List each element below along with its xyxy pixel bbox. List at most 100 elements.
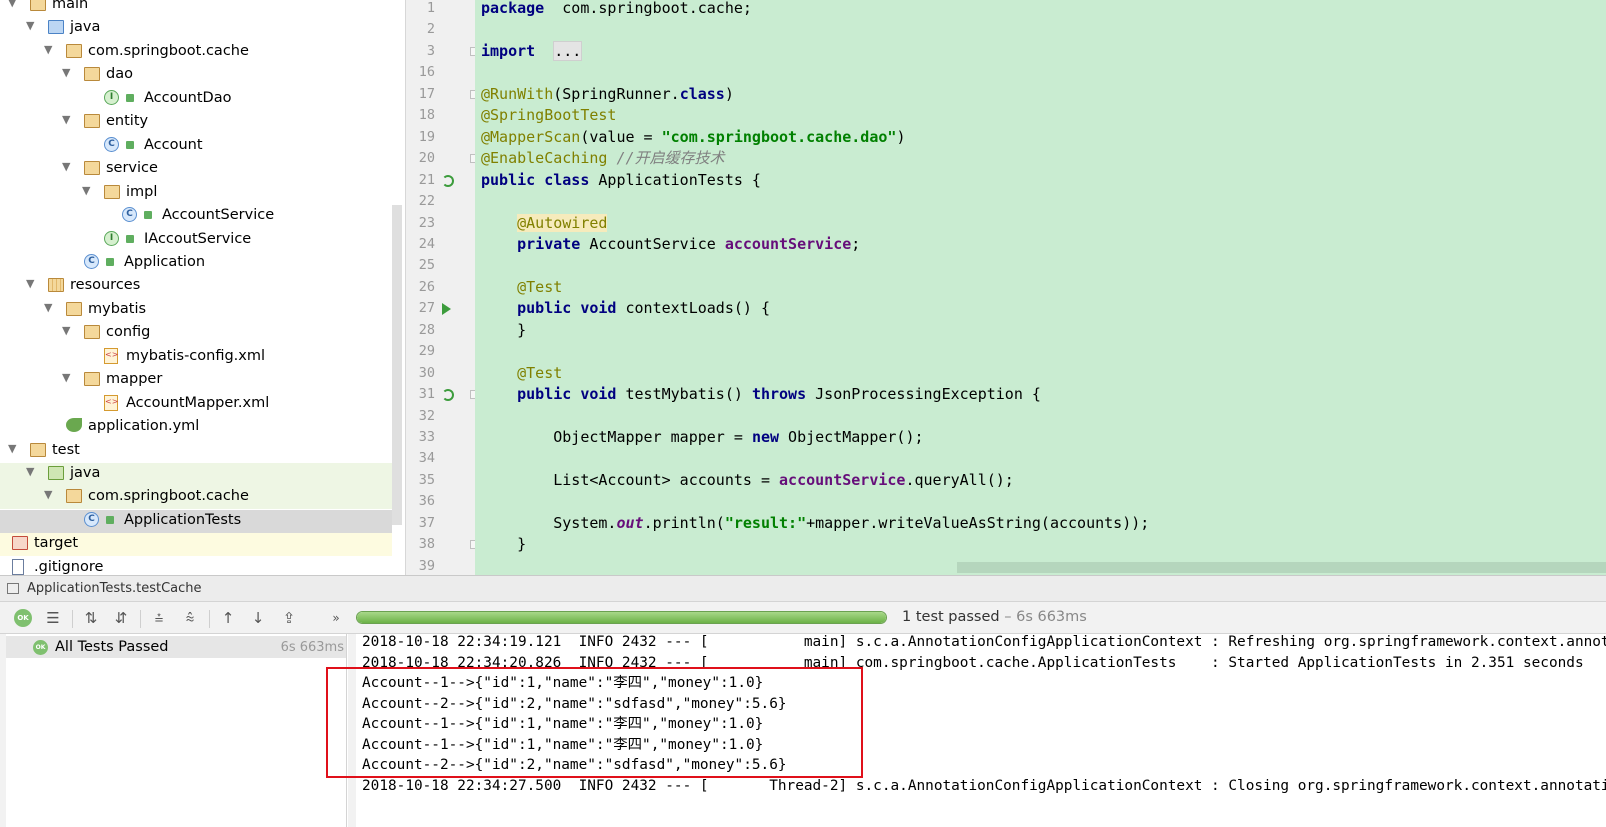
tree-item[interactable]: ▼ java [0,463,392,486]
previous-failed-icon[interactable]: ↑ [218,608,238,628]
test-status-duration: – 6s 663ms [999,609,1087,625]
resources-folder-icon [48,278,64,293]
line-number: 30 [418,364,435,381]
run-test-icon[interactable] [442,303,451,316]
export-results-icon[interactable]: ⇪ [279,608,299,628]
text-file-icon [12,558,24,575]
code-token: ; [851,234,861,253]
tree-item[interactable]: I AccountDao [0,88,392,111]
expand-arrow-icon[interactable]: ▼ [62,371,70,384]
tree-item[interactable]: C ApplicationTests [0,509,392,533]
expand-arrow-icon[interactable]: ▼ [26,465,34,478]
test-results-tree: OK All Tests Passed 6s 663ms [0,634,347,827]
tree-item[interactable]: ▼ config [0,322,392,345]
tree-item[interactable]: ▼ service [0,158,392,181]
show-passed-icon[interactable]: OK [14,609,32,627]
expand-arrow-icon[interactable]: ▼ [62,324,70,337]
tree-item[interactable]: <> AccountMapper.xml [0,393,392,416]
show-ignored-icon[interactable]: ☰ [43,608,63,628]
expand-arrow-icon[interactable]: ▼ [8,0,16,9]
tree-item-label: main [52,0,89,12]
tree-item[interactable]: ▼ mapper [0,369,392,392]
test-tree-root-row[interactable]: OK All Tests Passed 6s 663ms [6,636,346,658]
expand-arrow-icon[interactable]: ▼ [82,184,90,197]
sort-by-duration-icon[interactable]: ⇵ [111,608,131,628]
tree-item[interactable]: ▼ resources [0,275,392,298]
spring-yml-icon [66,418,82,433]
tree-item[interactable]: ▼ mybatis [0,299,392,322]
project-tree-scrollbar[interactable] [392,205,402,525]
run-panel-title[interactable]: ApplicationTests.testCache [27,581,202,596]
next-failed-icon[interactable]: ↓ [248,608,268,628]
tree-item[interactable]: C AccountService [0,205,392,228]
console-line: 2018-10-18 22:34:19.121 INFO 2432 --- [ … [362,634,1606,650]
tree-item[interactable]: ▼ com.springboot.cache [0,486,392,510]
code-token: private [517,234,581,253]
tree-item[interactable]: ▼ java [0,17,392,40]
code-token: throws [751,385,807,404]
package-icon [84,325,100,340]
expand-arrow-icon[interactable]: ▼ [26,277,34,290]
tree-item-label: config [106,324,151,341]
code-line: @RunWith(SpringRunner.class) [481,84,734,105]
line-number: 19 [418,128,435,145]
tree-item[interactable]: I IAccoutService [0,229,392,252]
expand-arrow-icon[interactable]: ▼ [8,442,16,455]
code-line: private AccountService accountService; [481,234,860,255]
line-number: 31 [418,386,435,403]
code-editor[interactable]: package com.springboot.cache; import ... @… [475,0,1606,575]
tree-item-label: mybatis [88,300,147,317]
tree-item[interactable]: ▼ dao [0,64,392,87]
code-token: AccountService [580,234,725,253]
code-token: public void [517,385,617,404]
tree-item-label: AccountMapper.xml [126,394,270,411]
line-number: 23 [418,214,435,231]
line-number: 35 [418,471,435,488]
expand-all-icon[interactable]: ⩮ [149,608,169,628]
tree-item[interactable]: <> mybatis-config.xml [0,346,392,369]
expand-arrow-icon[interactable]: ▼ [62,160,70,173]
editor-horizontal-scrollbar[interactable] [957,562,1606,573]
package-icon [84,67,100,82]
line-number: 16 [418,64,435,81]
run-class-icon[interactable] [442,174,454,187]
tree-item[interactable]: ▼ main [0,0,392,17]
source-folder-icon [48,20,64,35]
expand-arrow-icon[interactable]: ▼ [62,66,70,79]
code-line: System.out.println("result:"+mapper.writ… [481,513,1149,534]
line-number: 21 [418,171,435,188]
tree-item[interactable]: C Account [0,135,392,158]
toolbar-separator [209,610,210,628]
public-access-icon [144,211,152,220]
code-token: +mapper.writeValueAsString(accounts)); [806,513,1150,532]
expand-arrow-icon[interactable]: ▼ [44,301,52,314]
tree-item-label: Application [124,253,206,270]
code-line: public class ApplicationTests { [481,170,761,191]
code-token: @RunWith [481,84,554,103]
more-actions-icon[interactable]: » [326,608,346,628]
tree-item[interactable]: ▼ impl [0,182,392,205]
line-number: 18 [418,107,435,124]
tree-item[interactable]: application.yml [0,416,392,439]
expand-arrow-icon[interactable]: ▼ [26,19,34,32]
expand-arrow-icon[interactable]: ▼ [44,488,52,501]
tree-item[interactable]: ▼ entity [0,111,392,134]
tree-item[interactable]: ▼ com.springboot.cache [0,41,392,64]
sort-alphabetically-icon[interactable]: ⇅ [81,608,101,628]
expand-arrow-icon[interactable]: ▼ [62,113,70,126]
run-test-icon[interactable] [442,389,454,402]
test-progress-bar [356,611,887,624]
tree-item[interactable]: ▼ test [0,440,392,463]
expand-arrow-icon[interactable]: ▼ [44,43,52,56]
collapse-all-icon[interactable]: ⩯ [180,608,200,628]
tree-item-label: target [34,535,79,552]
code-token: } [481,320,527,339]
tree-item[interactable]: ▶target [0,533,392,557]
code-line: @Test [481,363,562,384]
toolbar-separator [72,610,73,628]
code-token: @EnableCaching [481,149,608,168]
tree-item[interactable]: C Application [0,252,392,275]
code-token: .queryAll(); [905,470,1014,489]
